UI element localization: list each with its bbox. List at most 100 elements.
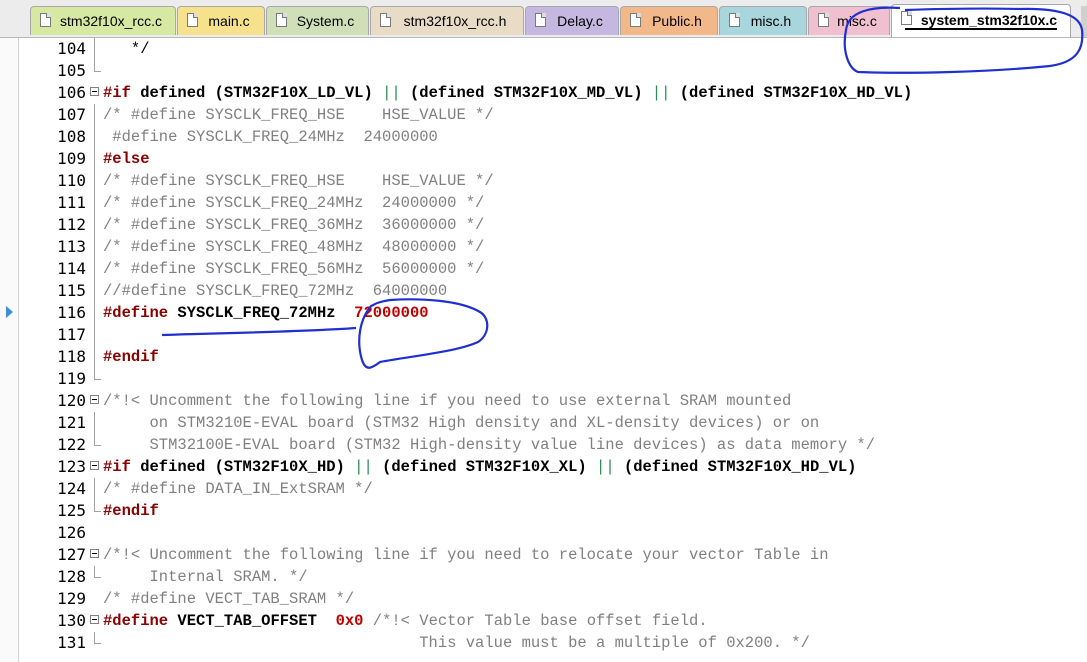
code-token: (STM32F10X_HD) — [214, 458, 345, 476]
code-line[interactable]: 126 — [0, 522, 1087, 544]
code-token: 72000000 — [354, 304, 429, 322]
file-icon — [40, 13, 51, 27]
line-number: 122 — [57, 435, 86, 454]
fold-guide-end — [94, 500, 101, 512]
file-icon — [276, 13, 287, 27]
code-token: #define — [103, 304, 169, 322]
line-number: 127 — [57, 545, 86, 564]
code-text: //#define SYSCLK_FREQ_72MHz 64000000 — [103, 282, 448, 300]
code-line[interactable]: 123 #if defined (STM32F10X_HD) || (define… — [0, 456, 1087, 478]
fold-guide — [94, 412, 95, 434]
fold-guide — [94, 38, 95, 60]
code-line[interactable]: 107 /* #define SYSCLK_FREQ_HSE HSE_VALUE … — [0, 104, 1087, 126]
code-line[interactable]: 121 on STM3210E-EVAL board (STM32 High d… — [0, 412, 1087, 434]
code-line[interactable]: 118 #endif — [0, 346, 1087, 368]
tab-stm32f10x-rcc-c[interactable]: stm32f10x_rcc.c — [30, 6, 176, 35]
line-number: 109 — [57, 149, 86, 168]
line-number: 111 — [57, 193, 86, 212]
tab-misc-h[interactable]: misc.h — [719, 6, 807, 35]
code-line[interactable]: 125 #endif — [0, 500, 1087, 522]
code-line[interactable]: 110 /* #define SYSCLK_FREQ_HSE HSE_VALUE … — [0, 170, 1087, 192]
code-text: /*!< Uncomment the following line if you… — [103, 392, 792, 410]
editor-tab-bar: stm32f10x_rcc.c main.c System.c stm32f10x_r… — [0, 0, 1087, 38]
line-number: 124 — [57, 479, 86, 498]
code-line[interactable]: 113 /* #define SYSCLK_FREQ_48MHz 48000000… — [0, 236, 1087, 258]
tab-system-stm32f10x-c[interactable]: system_stm32f10x.c — [891, 4, 1071, 37]
fold-toggle-icon[interactable] — [90, 549, 99, 558]
code-editor[interactable]: 104 */105 106 #if defined (STM32F10X_LD_VL… — [0, 38, 1087, 654]
line-number: 123 — [57, 457, 86, 476]
code-line[interactable]: 112 /* #define SYSCLK_FREQ_36MHz 36000000… — [0, 214, 1087, 236]
tab-label: stm32f10x_rcc.c — [60, 13, 162, 29]
code-token: /*!< Vector Table base offset field. — [363, 612, 708, 630]
fold-guide — [94, 126, 95, 148]
line-number: 114 — [57, 259, 86, 278]
code-line[interactable]: 108 #define SYSCLK_FREQ_24MHz 24000000 — [0, 126, 1087, 148]
code-text: STM32100E-EVAL board (STM32 High-density… — [103, 436, 876, 454]
code-text: /* #define SYSCLK_FREQ_36MHz 36000000 */ — [103, 216, 485, 234]
code-text: #define VECT_TAB_OFFSET 0x0 /*!< Vector … — [103, 610, 708, 632]
code-line[interactable]: 104 */ — [0, 38, 1087, 60]
file-icon — [380, 13, 391, 27]
code-token: || — [642, 84, 680, 102]
fold-guide — [94, 170, 95, 192]
tab-label: Delay.c — [557, 13, 603, 29]
code-line[interactable]: 117 — [0, 324, 1087, 346]
tab-misc-c[interactable]: misc.c — [808, 6, 890, 35]
code-line[interactable]: 120 /*!< Uncomment the following line if … — [0, 390, 1087, 412]
code-text: Internal SRAM. */ — [103, 568, 308, 586]
code-line[interactable]: 130 #define VECT_TAB_OFFSET 0x0 /*!< Vect… — [0, 610, 1087, 632]
code-text: /* #define SYSCLK_FREQ_HSE HSE_VALUE */ — [103, 106, 494, 124]
code-line[interactable]: 128 Internal SRAM. */ — [0, 566, 1087, 588]
tab-label: stm32f10x_rcc.h — [403, 13, 507, 29]
fold-guide — [94, 258, 95, 280]
fold-guide — [94, 214, 95, 236]
code-line[interactable]: 111 /* #define SYSCLK_FREQ_24MHz 24000000… — [0, 192, 1087, 214]
code-token: (defined STM32F10X_HD_VL) — [679, 84, 913, 102]
code-line[interactable]: 131 This value must be a multiple of 0x2… — [0, 632, 1087, 654]
code-text: */ — [103, 40, 150, 58]
code-line[interactable]: 124 /* #define DATA_IN_ExtSRAM */ — [0, 478, 1087, 500]
code-token: defined — [130, 458, 215, 476]
code-line[interactable]: 127 /*!< Uncomment the following line if … — [0, 544, 1087, 566]
code-token: #else — [103, 150, 150, 168]
tab-label: main.c — [208, 13, 250, 29]
line-number: 117 — [57, 325, 86, 344]
code-line[interactable]: 119 — [0, 368, 1087, 390]
code-token: (defined STM32F10X_MD_VL) — [409, 84, 643, 102]
tab-main-c[interactable]: main.c — [177, 6, 265, 35]
code-line[interactable]: 116 #define SYSCLK_FREQ_72MHz 72000000 — [0, 302, 1087, 324]
code-token: VECT_TAB_OFFSET — [168, 612, 336, 630]
fold-guide — [94, 280, 95, 302]
code-line[interactable]: 109 #else — [0, 148, 1087, 170]
fold-toggle-icon[interactable] — [90, 87, 99, 96]
tab-system-c[interactable]: System.c — [266, 6, 369, 35]
tab-stm32f10x-rcc-h[interactable]: stm32f10x_rcc.h — [370, 6, 524, 35]
code-line[interactable]: 105 — [0, 60, 1087, 82]
code-token: (defined STM32F10X_XL) — [382, 458, 587, 476]
code-line[interactable]: 129 /* #define VECT_TAB_SRAM */ — [0, 588, 1087, 610]
code-text: This value must be a multiple of 0x200. … — [103, 634, 810, 652]
fold-guide — [94, 324, 95, 346]
tab-public-h[interactable]: Public.h — [620, 6, 718, 35]
code-line[interactable]: 122 STM32100E-EVAL board (STM32 High-den… — [0, 434, 1087, 456]
tab-scroll-button[interactable] — [1081, 6, 1087, 37]
code-line[interactable]: 114 /* #define SYSCLK_FREQ_56MHz 56000000… — [0, 258, 1087, 280]
code-line[interactable]: 106 #if defined (STM32F10X_LD_VL) || (def… — [0, 82, 1087, 104]
fold-guide-end — [94, 60, 101, 72]
line-number: 112 — [57, 215, 86, 234]
line-number: 107 — [57, 105, 86, 124]
fold-toggle-icon[interactable] — [90, 461, 99, 470]
line-number: 129 — [57, 589, 86, 608]
file-icon — [729, 13, 740, 27]
fold-toggle-icon[interactable] — [90, 615, 99, 624]
line-number: 118 — [57, 347, 86, 366]
tab-delay-c[interactable]: Delay.c — [525, 6, 619, 35]
code-line[interactable]: 115 //#define SYSCLK_FREQ_72MHz 64000000 — [0, 280, 1087, 302]
line-number: 126 — [57, 523, 86, 542]
code-text: /* #define SYSCLK_FREQ_HSE HSE_VALUE */ — [103, 172, 494, 190]
fold-toggle-icon[interactable] — [90, 395, 99, 404]
line-number: 115 — [57, 281, 86, 300]
line-number: 131 — [57, 633, 86, 652]
line-number: 110 — [57, 171, 86, 190]
